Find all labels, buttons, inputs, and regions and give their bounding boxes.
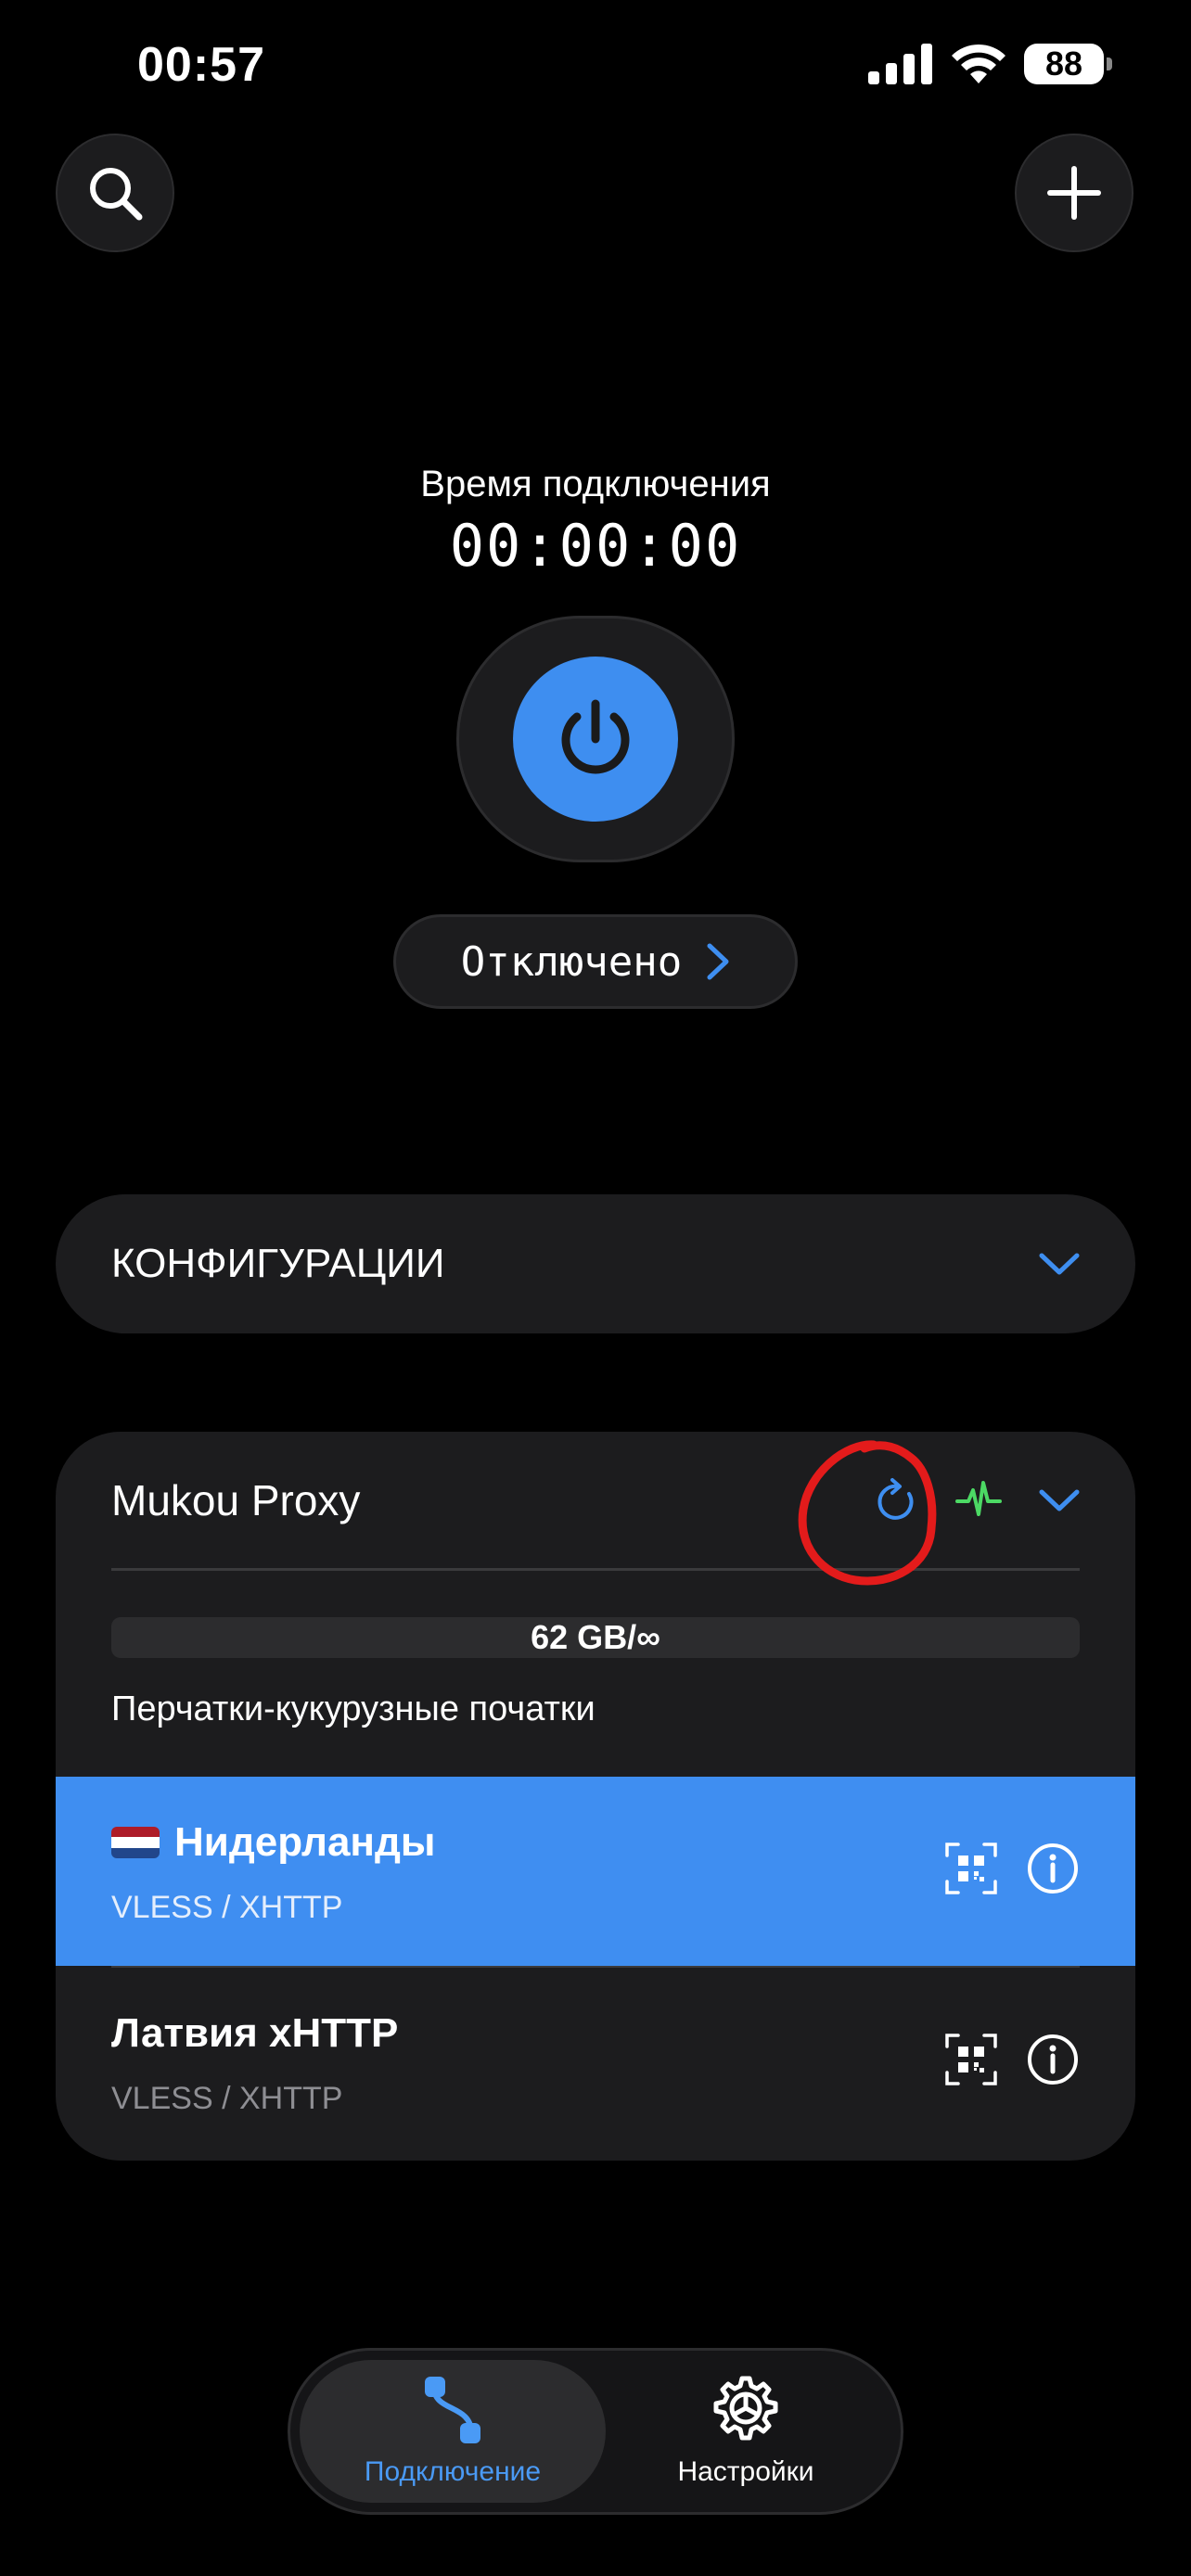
- server-name-row: Латвия xHTTP: [111, 2010, 398, 2057]
- power-icon: [561, 699, 630, 774]
- info-icon[interactable]: [1026, 1842, 1080, 1895]
- server-protocol: VLESS / XHTTP: [111, 2081, 343, 2116]
- add-button[interactable]: [1015, 134, 1133, 252]
- search-button[interactable]: [56, 134, 174, 252]
- status-time: 00:57: [137, 38, 265, 92]
- battery-level: 88: [1044, 45, 1083, 83]
- connection-time-value: 00:00:00: [449, 512, 742, 580]
- tab-bar: Подключение Настройки: [288, 2348, 903, 2515]
- battery-icon: 88: [1024, 44, 1112, 84]
- connection-status-button[interactable]: Отключено: [393, 914, 798, 1009]
- connection-status-label: Отключено: [460, 937, 683, 986]
- gear-icon: [713, 2376, 778, 2441]
- netherlands-flag-icon: [111, 1827, 160, 1858]
- connection-icon: [425, 2377, 480, 2443]
- server-name: Нидерланды: [174, 1819, 436, 1865]
- plus-icon: [1047, 166, 1101, 220]
- configurations-header[interactable]: КОНФИГУРАЦИИ: [56, 1194, 1135, 1333]
- status-icons: 88: [868, 43, 1112, 85]
- config-group-card: Mukou Proxy 62 GB/∞ Перчатки-кукурузные …: [56, 1432, 1135, 2161]
- traffic-usage-bar: 62 GB/∞: [111, 1617, 1080, 1658]
- server-name-row: Нидерланды: [111, 1819, 436, 1866]
- tab-connection[interactable]: Подключение: [300, 2360, 606, 2503]
- chevron-down-icon[interactable]: [1039, 1488, 1080, 1512]
- wifi-icon: [952, 44, 1005, 83]
- qr-code-icon[interactable]: [944, 2033, 998, 2086]
- qr-code-icon[interactable]: [944, 1842, 998, 1895]
- connection-time-label: Время подключения: [420, 464, 771, 504]
- tab-settings[interactable]: Настройки: [593, 2360, 899, 2503]
- search-icon: [90, 168, 143, 221]
- ping-test-icon[interactable]: [955, 1477, 1002, 1524]
- configurations-title: КОНФИГУРАЦИИ: [111, 1241, 445, 1286]
- server-name: Латвия xHTTP: [111, 2010, 399, 2056]
- traffic-usage-label: 62 GB/∞: [531, 1618, 660, 1656]
- config-group-subtitle: Перчатки-кукурузные початки: [111, 1690, 596, 1728]
- tab-connection-label: Подключение: [364, 2456, 542, 2487]
- chevron-down-icon: [1039, 1253, 1080, 1275]
- server-item-netherlands[interactable]: Нидерланды VLESS / XHTTP: [56, 1777, 1135, 1966]
- annotation-circle: [798, 1440, 937, 1586]
- server-item-latvia[interactable]: Латвия xHTTP VLESS / XHTTP: [56, 1968, 1135, 2157]
- power-button[interactable]: [456, 616, 735, 862]
- power-button-core: [513, 657, 678, 822]
- chevron-right-icon: [707, 943, 729, 980]
- signal-icon: [868, 44, 932, 84]
- tab-settings-label: Настройки: [677, 2456, 814, 2487]
- info-icon[interactable]: [1026, 2033, 1080, 2086]
- config-group-title: Mukou Proxy: [111, 1475, 361, 1524]
- server-protocol: VLESS / XHTTP: [111, 1890, 343, 1925]
